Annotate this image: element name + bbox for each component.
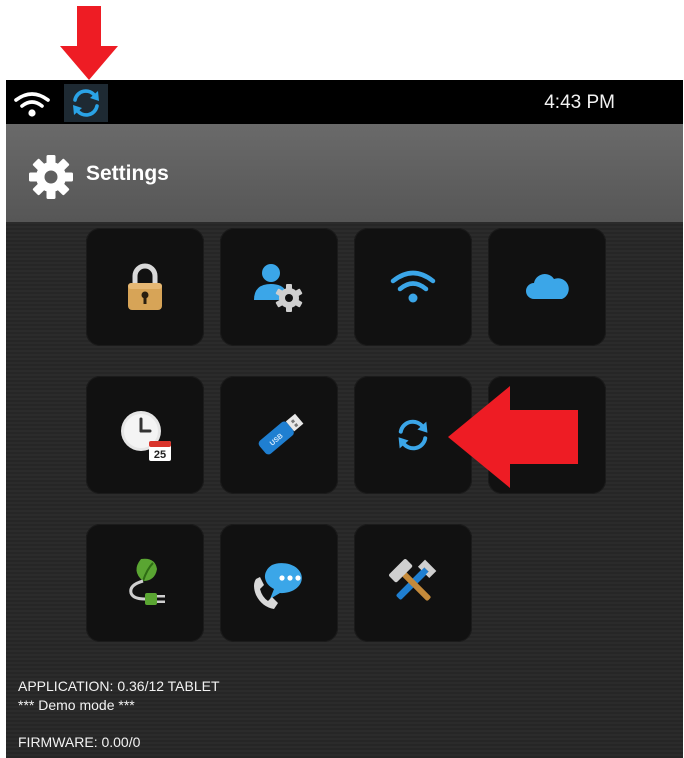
status-bar: 4:43 PM [6,80,683,124]
demo-mode-label: *** Demo mode *** [18,697,135,713]
cloud-icon [526,274,569,299]
tools-icon [389,559,437,601]
firmware-version: FIRMWARE: 0.00/0 [18,734,141,750]
eco-power-icon [129,558,165,605]
wifi-tile[interactable] [354,228,472,346]
support-tile[interactable] [220,524,338,642]
clock: 4:43 PM [544,92,615,113]
wifi-icon [390,270,436,303]
clock-calendar-icon: 25 [121,411,171,461]
annotation-arrow-left [448,386,578,488]
annotation-arrow-down [60,6,118,80]
application-version: APPLICATION: 0.36/12 TABLET [18,678,220,694]
power-save-tile[interactable] [86,524,204,642]
user-settings-icon [254,264,303,312]
sync-icon [73,89,99,117]
usb-tile[interactable]: USB [220,376,338,494]
padlock-icon [128,263,162,310]
security-tile[interactable] [86,228,204,346]
user-settings-tile[interactable] [220,228,338,346]
usb-drive-icon: USB [258,413,304,455]
svg-text:25: 25 [154,449,166,461]
settings-header: Settings [6,124,683,222]
sync-status-icon[interactable] [64,84,108,122]
tools-tile[interactable] [354,524,472,642]
sync-icon [398,419,428,451]
gear-icon [29,155,73,199]
page-title: Settings [86,162,169,185]
cloud-tile[interactable] [488,228,606,346]
phone-chat-icon [254,563,302,609]
wifi-status-icon [14,92,50,117]
date-time-tile[interactable]: 25 [86,376,204,494]
tablet-screen: 4:43 PM Settings 25 USB APPLICATION: 0.3… [6,80,683,758]
